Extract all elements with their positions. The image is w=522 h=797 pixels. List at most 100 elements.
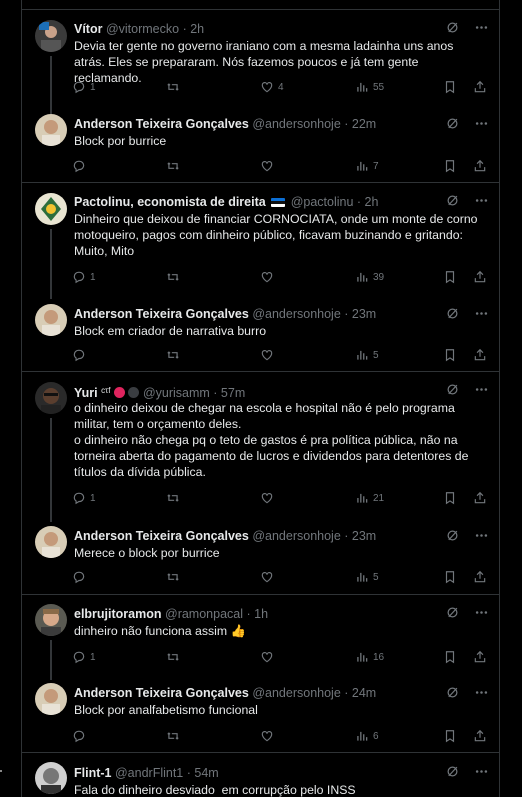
timestamp[interactable]: · 23m	[344, 529, 376, 543]
views-button[interactable]: 6	[355, 729, 379, 743]
views-button[interactable]: 21	[355, 491, 384, 505]
views-button[interactable]: 55	[355, 80, 384, 94]
grok-icon[interactable]	[445, 764, 460, 779]
author-handle[interactable]: @andersonhoje	[252, 686, 340, 700]
tweet-anderson-reply[interactable]: Anderson Teixeira Gonçalves @andersonhoj…	[22, 518, 499, 594]
retweet-button[interactable]	[166, 729, 180, 743]
share-icon[interactable]	[473, 348, 487, 362]
reply-button[interactable]	[72, 729, 86, 743]
avatar[interactable]	[35, 382, 67, 414]
grok-icon[interactable]	[445, 605, 460, 620]
author-name[interactable]: Flint-1	[74, 766, 112, 780]
author-handle[interactable]: @andersonhoje	[252, 529, 340, 543]
more-icon[interactable]	[474, 193, 489, 208]
avatar[interactable]	[35, 604, 67, 636]
bookmark-icon[interactable]	[443, 159, 457, 173]
author-name[interactable]: Anderson Teixeira Gonçalves	[74, 686, 249, 700]
more-icon[interactable]	[474, 116, 489, 131]
tweet-flint[interactable]: Flint-1 @andrFlint1 · 54m Fala do dinhei…	[22, 753, 499, 797]
views-button[interactable]: 5	[355, 348, 379, 362]
like-button[interactable]	[260, 491, 274, 505]
avatar[interactable]	[35, 304, 67, 336]
author-name[interactable]: Pactolinu, economista de direita	[74, 195, 266, 209]
reply-button[interactable]: 1	[72, 650, 96, 664]
bookmark-icon[interactable]	[443, 348, 457, 362]
author-name[interactable]: Anderson Teixeira Gonçalves	[74, 117, 249, 131]
retweet-button[interactable]	[166, 491, 180, 505]
share-icon[interactable]	[473, 491, 487, 505]
views-button[interactable]: 39	[355, 270, 384, 284]
author-name[interactable]: Vítor	[74, 22, 102, 36]
share-icon[interactable]	[473, 570, 487, 584]
more-icon[interactable]	[474, 306, 489, 321]
more-icon[interactable]	[474, 764, 489, 779]
tweet-anderson-reply[interactable]: Anderson Teixeira Gonçalves @andersonhoj…	[22, 296, 499, 372]
more-icon[interactable]	[474, 382, 489, 397]
like-button[interactable]	[260, 570, 274, 584]
avatar[interactable]	[35, 526, 67, 558]
grok-icon[interactable]	[445, 116, 460, 131]
timestamp[interactable]: · 1h	[247, 607, 269, 621]
author-name[interactable]: Anderson Teixeira Gonçalves	[74, 307, 249, 321]
avatar[interactable]	[35, 762, 67, 794]
share-icon[interactable]	[473, 159, 487, 173]
grok-icon[interactable]	[445, 528, 460, 543]
author-handle[interactable]: @andrFlint1	[115, 766, 183, 780]
bookmark-icon[interactable]	[443, 491, 457, 505]
like-button[interactable]	[260, 270, 274, 284]
grok-icon[interactable]	[445, 685, 460, 700]
retweet-button[interactable]	[166, 270, 180, 284]
views-button[interactable]: 5	[355, 570, 379, 584]
grok-icon[interactable]	[445, 306, 460, 321]
author-name[interactable]: Yuri	[74, 386, 98, 400]
author-handle[interactable]: @vitormecko	[106, 22, 179, 36]
grok-icon[interactable]	[445, 20, 460, 35]
reply-button[interactable]: 1	[72, 270, 96, 284]
tweet-yuri[interactable]: Yuri cτf @yurisamm · 57m o dinheiro deix…	[22, 372, 499, 522]
retweet-button[interactable]	[166, 159, 180, 173]
author-handle[interactable]: @pactolinu	[291, 195, 354, 209]
like-button[interactable]	[260, 348, 274, 362]
more-icon[interactable]	[474, 685, 489, 700]
tweet-pactolinu[interactable]: Pactolinu, economista de direita @pactol…	[22, 183, 499, 299]
author-handle[interactable]: @ramonpacal	[165, 607, 243, 621]
author-name[interactable]: Anderson Teixeira Gonçalves	[74, 529, 249, 543]
reply-button[interactable]: 1	[72, 80, 96, 94]
more-icon[interactable]	[474, 20, 489, 35]
more-icon[interactable]	[474, 605, 489, 620]
bookmark-icon[interactable]	[443, 80, 457, 94]
author-handle[interactable]: @yurisamm	[143, 386, 210, 400]
avatar[interactable]	[35, 683, 67, 715]
author-handle[interactable]: @andersonhoje	[252, 117, 340, 131]
like-button[interactable]	[260, 159, 274, 173]
retweet-button[interactable]	[166, 570, 180, 584]
avatar[interactable]	[35, 20, 67, 52]
bookmark-icon[interactable]	[443, 650, 457, 664]
bookmark-icon[interactable]	[443, 729, 457, 743]
share-icon[interactable]	[473, 650, 487, 664]
timestamp[interactable]: · 57m	[213, 386, 245, 400]
views-button[interactable]: 16	[355, 650, 384, 664]
views-button[interactable]: 7	[355, 159, 379, 173]
retweet-button[interactable]	[166, 650, 180, 664]
tweet-anderson-reply[interactable]: Anderson Teixeira Gonçalves @andersonhoj…	[22, 106, 499, 182]
bookmark-icon[interactable]	[443, 570, 457, 584]
author-name[interactable]: elbrujitoramon	[74, 607, 162, 621]
author-handle[interactable]: @andersonhoje	[252, 307, 340, 321]
reply-button[interactable]	[72, 159, 86, 173]
reply-button[interactable]: 1	[72, 491, 96, 505]
reply-button[interactable]	[72, 570, 86, 584]
avatar[interactable]	[35, 114, 67, 146]
avatar[interactable]	[35, 193, 67, 225]
like-button[interactable]	[260, 650, 274, 664]
timestamp[interactable]: · 22m	[344, 117, 376, 131]
bookmark-icon[interactable]	[443, 270, 457, 284]
timestamp[interactable]: · 54m	[187, 766, 219, 780]
like-button[interactable]	[260, 729, 274, 743]
timestamp[interactable]: · 2h	[357, 195, 379, 209]
retweet-button[interactable]	[166, 348, 180, 362]
more-icon[interactable]	[474, 528, 489, 543]
retweet-button[interactable]	[166, 80, 180, 94]
like-button[interactable]: 4	[260, 80, 284, 94]
grok-icon[interactable]	[445, 193, 460, 208]
